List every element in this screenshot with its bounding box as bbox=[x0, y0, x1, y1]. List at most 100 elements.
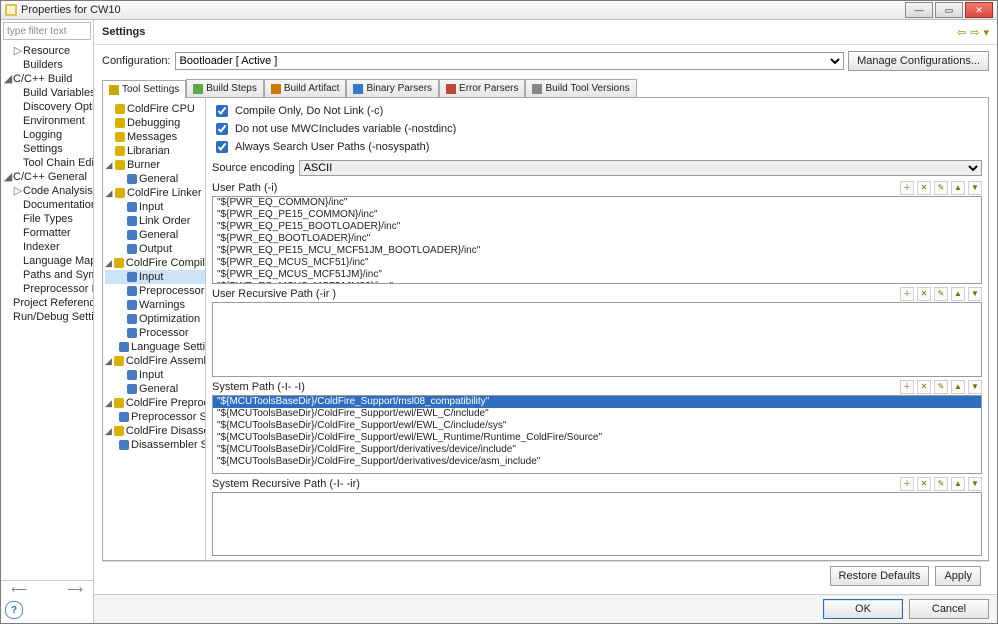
add-icon[interactable]: ＋ bbox=[900, 181, 914, 195]
tree-item[interactable]: Discovery Options bbox=[3, 100, 93, 114]
tool-tree-item[interactable]: Librarian bbox=[105, 144, 205, 158]
tree-item[interactable]: Environment bbox=[3, 114, 93, 128]
tool-tree-item[interactable]: General bbox=[105, 172, 205, 186]
list-item[interactable]: "${MCUToolsBaseDir}/ColdFire_Support/ewl… bbox=[213, 408, 981, 420]
tree-item[interactable]: ▷Code Analysis bbox=[3, 184, 93, 198]
checkbox-option[interactable]: Always Search User Paths (-nosyspath) bbox=[212, 138, 982, 156]
down-icon[interactable]: ▼ bbox=[968, 380, 982, 394]
system-path-list[interactable]: "${MCUToolsBaseDir}/ColdFire_Support/msl… bbox=[212, 395, 982, 474]
restore-defaults-button[interactable]: Restore Defaults bbox=[830, 566, 930, 586]
tree-item[interactable]: Settings bbox=[3, 142, 93, 156]
tool-tree-item[interactable]: ◢Burner bbox=[105, 158, 205, 172]
tool-tree-item[interactable]: ◢ColdFire Disassembler bbox=[105, 424, 205, 438]
forward-icon[interactable]: ⟶ bbox=[67, 583, 83, 596]
up-icon[interactable]: ▲ bbox=[951, 181, 965, 195]
list-item[interactable]: "${MCUToolsBaseDir}/ColdFire_Support/ewl… bbox=[213, 432, 981, 444]
banner-fwd-icon[interactable]: ⇨ bbox=[970, 26, 979, 39]
category-tree[interactable]: ▷ResourceBuilders◢C/C++ BuildBuild Varia… bbox=[1, 42, 93, 580]
edit-icon[interactable]: ✎ bbox=[934, 287, 948, 301]
close-button[interactable]: ✕ bbox=[965, 2, 993, 18]
tree-item[interactable]: Language Mappings bbox=[3, 254, 93, 268]
tool-tree-item[interactable]: ◢ColdFire Compiler bbox=[105, 256, 205, 270]
titlebar[interactable]: Properties for CW10 — ▭ ✕ bbox=[1, 1, 997, 20]
tree-item[interactable]: Documentation bbox=[3, 198, 93, 212]
manage-config-button[interactable]: Manage Configurations... bbox=[848, 51, 989, 71]
banner-back-icon[interactable]: ⇦ bbox=[957, 26, 966, 39]
add-icon[interactable]: ＋ bbox=[900, 477, 914, 491]
tool-tree-item[interactable]: ◢ColdFire Assembler bbox=[105, 354, 205, 368]
down-icon[interactable]: ▼ bbox=[968, 287, 982, 301]
list-item[interactable]: "${PWR_EQ_BOOTLOADER}/inc" bbox=[213, 233, 981, 245]
maximize-button[interactable]: ▭ bbox=[935, 2, 963, 18]
down-icon[interactable]: ▼ bbox=[968, 477, 982, 491]
delete-icon[interactable]: ✕ bbox=[917, 477, 931, 491]
tool-tree-item[interactable]: Input bbox=[105, 368, 205, 382]
add-icon[interactable]: ＋ bbox=[900, 380, 914, 394]
delete-icon[interactable]: ✕ bbox=[917, 380, 931, 394]
tree-item[interactable]: Tool Chain Editor bbox=[3, 156, 93, 170]
user-rec-path-list[interactable] bbox=[212, 302, 982, 377]
up-icon[interactable]: ▲ bbox=[951, 477, 965, 491]
list-item[interactable]: "${PWR_EQ_COMMON}/inc" bbox=[213, 197, 981, 209]
tree-item[interactable]: File Types bbox=[3, 212, 93, 226]
tree-item[interactable]: ◢C/C++ General bbox=[3, 170, 93, 184]
tool-tree[interactable]: ColdFire CPUDebuggingMessagesLibrarian◢B… bbox=[103, 98, 206, 560]
tree-item[interactable]: Formatter bbox=[3, 226, 93, 240]
list-item[interactable]: "${MCUToolsBaseDir}/ColdFire_Support/msl… bbox=[213, 396, 981, 408]
tab-build-artifact[interactable]: Build Artifact bbox=[264, 79, 347, 97]
delete-icon[interactable]: ✕ bbox=[917, 181, 931, 195]
tab-error-parsers[interactable]: Error Parsers bbox=[439, 79, 525, 97]
tab-build-tool-versions[interactable]: Build Tool Versions bbox=[525, 79, 636, 97]
tool-tree-item[interactable]: Processor bbox=[105, 326, 205, 340]
edit-icon[interactable]: ✎ bbox=[934, 477, 948, 491]
filter-input[interactable]: type filter text bbox=[3, 22, 91, 40]
tree-item[interactable]: Logging bbox=[3, 128, 93, 142]
tree-item[interactable]: ▷Resource bbox=[3, 44, 93, 58]
tool-tree-item[interactable]: ◢ColdFire Preprocessor bbox=[105, 396, 205, 410]
tool-tree-item[interactable]: ◢ColdFire Linker bbox=[105, 186, 205, 200]
list-item[interactable]: "${PWR_EQ_MCUS_MCF51JM}/inc" bbox=[213, 269, 981, 281]
tool-tree-item[interactable]: Preprocessor Settings bbox=[105, 410, 205, 424]
checkbox-option[interactable]: Compile Only, Do Not Link (-c) bbox=[212, 102, 982, 120]
tool-tree-item[interactable]: Output bbox=[105, 242, 205, 256]
list-item[interactable]: "${MCUToolsBaseDir}/ColdFire_Support/der… bbox=[213, 444, 981, 456]
tool-tree-item[interactable]: Warnings bbox=[105, 298, 205, 312]
tool-tree-item[interactable]: Messages bbox=[105, 130, 205, 144]
tab-build-steps[interactable]: Build Steps bbox=[186, 79, 264, 97]
tool-tree-item[interactable]: Debugging bbox=[105, 116, 205, 130]
tree-item[interactable]: Preprocessor Include Pa bbox=[3, 282, 93, 296]
banner-menu-icon[interactable]: ▾ bbox=[983, 26, 989, 39]
list-item[interactable]: "${PWR_EQ_MCUS_MCF51}/inc" bbox=[213, 257, 981, 269]
list-item[interactable]: "${MCUToolsBaseDir}/ColdFire_Support/ewl… bbox=[213, 420, 981, 432]
checkbox-option[interactable]: Do not use MWCIncludes variable (-nostdi… bbox=[212, 120, 982, 138]
up-icon[interactable]: ▲ bbox=[951, 287, 965, 301]
minimize-button[interactable]: — bbox=[905, 2, 933, 18]
list-item[interactable]: "${PWR_EQ_MCUS_MCF51JM32}/inc" bbox=[213, 281, 981, 284]
down-icon[interactable]: ▼ bbox=[968, 181, 982, 195]
list-item[interactable]: "${MCUToolsBaseDir}/ColdFire_Support/der… bbox=[213, 456, 981, 468]
add-icon[interactable]: ＋ bbox=[900, 287, 914, 301]
help-icon[interactable]: ? bbox=[5, 601, 23, 619]
config-select[interactable]: Bootloader [ Active ] bbox=[175, 52, 845, 70]
list-item[interactable]: "${PWR_EQ_PE15_COMMON}/inc" bbox=[213, 209, 981, 221]
up-icon[interactable]: ▲ bbox=[951, 380, 965, 394]
user-path-list[interactable]: "${PWR_EQ_COMMON}/inc""${PWR_EQ_PE15_COM… bbox=[212, 196, 982, 284]
back-icon[interactable]: ⟵ bbox=[11, 583, 27, 596]
tool-tree-item[interactable]: Preprocessor bbox=[105, 284, 205, 298]
tool-tree-item[interactable]: General bbox=[105, 382, 205, 396]
edit-icon[interactable]: ✎ bbox=[934, 380, 948, 394]
delete-icon[interactable]: ✕ bbox=[917, 287, 931, 301]
edit-icon[interactable]: ✎ bbox=[934, 181, 948, 195]
tree-item[interactable]: ◢C/C++ Build bbox=[3, 72, 93, 86]
tree-item[interactable]: Build Variables bbox=[3, 86, 93, 100]
list-item[interactable]: "${PWR_EQ_PE15_BOOTLOADER}/inc" bbox=[213, 221, 981, 233]
cancel-button[interactable]: Cancel bbox=[909, 599, 989, 619]
system-rec-path-list[interactable] bbox=[212, 492, 982, 556]
tool-tree-item[interactable]: ColdFire CPU bbox=[105, 102, 205, 116]
tree-item[interactable]: Builders bbox=[3, 58, 93, 72]
tab-tool-settings[interactable]: Tool Settings bbox=[102, 80, 186, 98]
tool-tree-item[interactable]: Input bbox=[105, 270, 205, 284]
tab-binary-parsers[interactable]: Binary Parsers bbox=[346, 79, 439, 97]
tree-item[interactable]: Indexer bbox=[3, 240, 93, 254]
tool-tree-item[interactable]: Disassembler Settings bbox=[105, 438, 205, 452]
